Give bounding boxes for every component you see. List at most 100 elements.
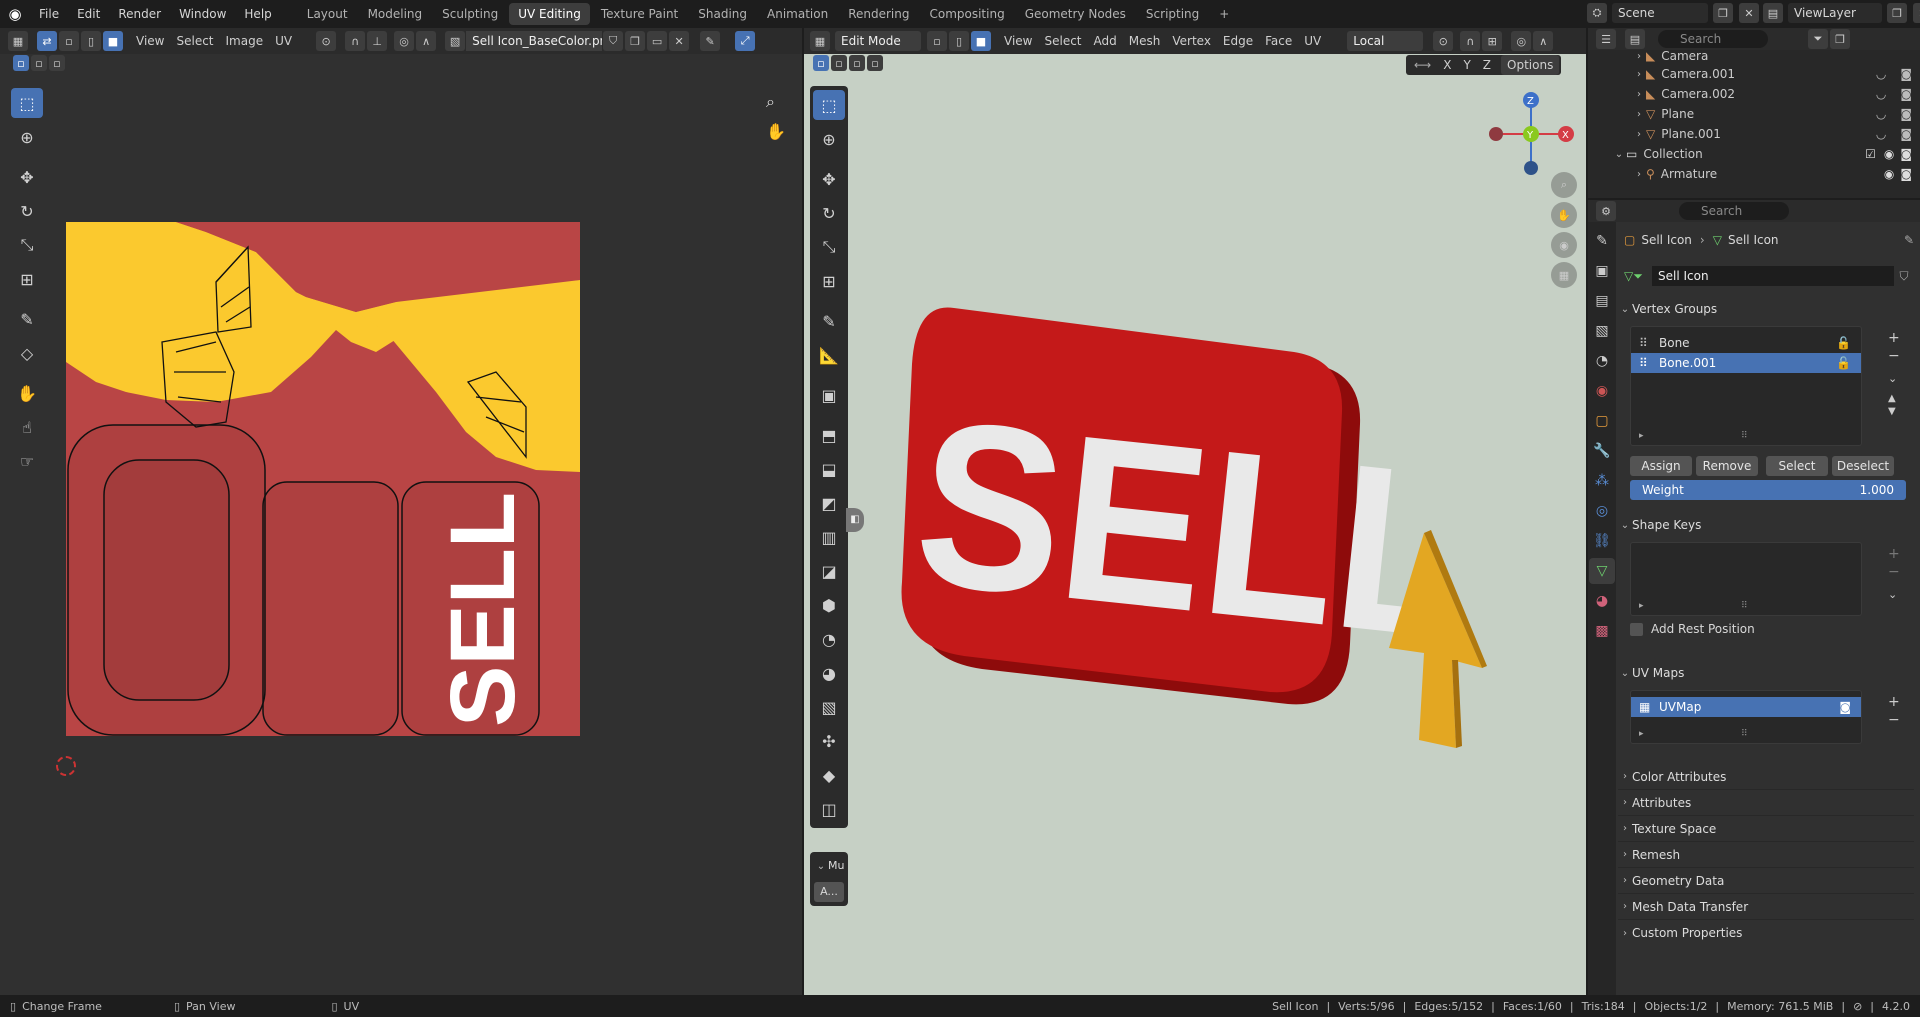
shear-tool-icon[interactable]: ◆ <box>813 760 845 790</box>
move-up-icon[interactable]: ▲ <box>1888 393 1900 404</box>
pin-icon[interactable]: ✎ <box>1904 233 1914 247</box>
view-layer-tab-icon[interactable]: ▧ <box>1589 318 1615 344</box>
face-select-icon[interactable]: ■ <box>971 31 991 51</box>
scale-tool-icon[interactable]: ⤡ <box>813 232 845 262</box>
scene-icon[interactable]: ⛭ <box>1587 3 1607 23</box>
select-subtract-icon[interactable]: ▫ <box>49 55 65 71</box>
zoom-icon[interactable]: ⌕ <box>766 92 775 112</box>
breadcrumb-object[interactable]: Sell Icon <box>1641 233 1692 247</box>
transform-tool-icon[interactable]: ⊞ <box>11 264 43 294</box>
vp-menu-mesh[interactable]: Mesh <box>1123 31 1167 51</box>
editor-type-icon[interactable]: ▦ <box>810 31 830 51</box>
move-down-icon[interactable]: ▼ <box>1888 406 1900 417</box>
mesh-name-field[interactable]: Sell Icon <box>1652 266 1894 286</box>
visibility-eye-icon[interactable]: ◉ <box>1884 167 1894 181</box>
visibility-eye-icon[interactable]: ◡ <box>1876 107 1886 121</box>
3d-viewport[interactable]: ▦ Edit Mode ▫ ▯ ■ View Select Add Mesh V… <box>804 28 1586 995</box>
list-resize-grip-icon[interactable]: ⠿ <box>1741 601 1748 611</box>
visibility-eye-icon[interactable]: ◉ <box>1884 147 1894 161</box>
material-tab-icon[interactable]: ◕ <box>1589 588 1615 614</box>
uv-2d-cursor-icon[interactable] <box>56 756 76 776</box>
uv-maps-list[interactable]: ▦ UVMap ◙ ▸ ⠿ <box>1630 690 1862 744</box>
list-filter-icon[interactable]: ▸ <box>1639 431 1644 441</box>
rotate-tool-icon[interactable]: ↻ <box>813 198 845 228</box>
editor-type-icon[interactable]: ☰ <box>1596 29 1616 49</box>
mesh-browse-icon[interactable]: ▽⏷ <box>1624 269 1648 284</box>
output-tab-icon[interactable]: ▤ <box>1589 288 1615 314</box>
mesh-data-transfer-panel[interactable]: › Mesh Data Transfer <box>1618 894 1914 920</box>
shape-keys-list[interactable]: ▸ ⠿ <box>1630 542 1862 616</box>
tab-uv-editing[interactable]: UV Editing <box>509 3 590 25</box>
smooth-tool-icon[interactable]: ◕ <box>813 658 845 688</box>
poly-build-tool-icon[interactable]: ⬢ <box>813 590 845 620</box>
select-button[interactable]: Select <box>1766 456 1828 476</box>
vertex-select-icon[interactable]: ▫ <box>927 31 947 51</box>
snap-target-icon[interactable]: ⊞ <box>1482 31 1503 51</box>
pan-hand-icon[interactable]: ✋ <box>766 122 786 141</box>
list-filter-icon[interactable]: ▸ <box>1639 729 1644 739</box>
visibility-eye-icon[interactable]: ◡ <box>1876 67 1886 81</box>
physics-tab-icon[interactable]: ◎ <box>1589 498 1615 524</box>
tab-compositing[interactable]: Compositing <box>920 3 1013 25</box>
menu-edit[interactable]: Edit <box>68 0 109 28</box>
tab-texture-paint[interactable]: Texture Paint <box>592 3 687 25</box>
tool-tab-icon[interactable]: ✎ <box>1589 228 1615 254</box>
mesh-data-tab-icon[interactable]: ▽ <box>1589 558 1615 584</box>
scale-tool-icon[interactable]: ⤡ <box>11 230 43 260</box>
sell-sign-3d-model[interactable]: SELL <box>884 298 1584 758</box>
vp-menu-edge[interactable]: Edge <box>1217 31 1259 51</box>
add-vertex-group-icon[interactable]: + <box>1888 330 1900 346</box>
remove-vertex-group-icon[interactable]: − <box>1888 348 1900 364</box>
face-select-icon[interactable]: ■ <box>103 31 123 51</box>
uv-sync-icon[interactable]: ⇄ <box>37 31 57 51</box>
vertex-group-bone-001[interactable]: ⠿ Bone.001 🔓 <box>1631 353 1861 373</box>
unlink-image-icon[interactable]: ✕ <box>669 31 690 51</box>
remove-uv-map-icon[interactable]: − <box>1888 712 1900 728</box>
outliner-row-armature[interactable]: › ⚲ Armature ◉ ◙ <box>1588 164 1920 184</box>
vp-menu-select[interactable]: Select <box>1038 31 1087 51</box>
add-shape-key-icon[interactable]: + <box>1888 546 1900 562</box>
uv-menu-select[interactable]: Select <box>170 31 219 51</box>
scene-tab-icon[interactable]: ◔ <box>1589 348 1615 374</box>
outliner-row-plane-001[interactable]: › ▽ Plane.001 ◡ ◙ <box>1588 124 1920 144</box>
camera-view-icon[interactable]: ◉ <box>1551 232 1577 258</box>
mode-dropdown[interactable]: Edit Mode <box>835 31 921 51</box>
constraints-tab-icon[interactable]: ⛓ <box>1589 528 1615 554</box>
editor-type-icon[interactable]: ▦ <box>8 31 28 51</box>
outliner-row-collection[interactable]: ⌄ ▭ Collection ☑ ◉ ◙ <box>1588 144 1920 164</box>
fake-user-icon[interactable]: ⛉ <box>603 31 624 51</box>
display-mode-icon[interactable]: ▤ <box>1625 29 1645 49</box>
render-camera-icon[interactable]: ◙ <box>1900 167 1912 181</box>
vertex-select-icon[interactable]: ▫ <box>59 31 79 51</box>
vp-menu-vertex[interactable]: Vertex <box>1166 31 1217 51</box>
remove-button[interactable]: Remove <box>1696 456 1758 476</box>
select-invert-icon[interactable]: ▫ <box>867 55 883 71</box>
select-new-icon[interactable]: ▫ <box>13 55 29 71</box>
filter-icon[interactable]: ⏷ <box>1808 29 1828 49</box>
add-rest-position-checkbox[interactable] <box>1630 622 1643 636</box>
color-attributes-panel[interactable]: › Color Attributes <box>1618 764 1914 790</box>
select-extend-icon[interactable]: ▫ <box>831 55 847 71</box>
tab-layout[interactable]: Layout <box>298 3 357 25</box>
list-resize-grip-icon[interactable]: ⠿ <box>1741 729 1748 739</box>
object-tab-icon[interactable]: ▢ <box>1589 408 1615 434</box>
list-filter-icon[interactable]: ▸ <box>1639 601 1644 611</box>
snap-target-icon[interactable]: ⊥ <box>367 31 388 51</box>
active-render-camera-icon[interactable]: ◙ <box>1839 697 1851 717</box>
outliner-row-camera[interactable]: › ◣ Camera <box>1588 48 1920 64</box>
mirror-icon[interactable]: ⟷ <box>1408 55 1437 75</box>
new-image-icon[interactable]: ❐ <box>625 31 646 51</box>
weight-slider[interactable]: Weight 1.000 <box>1630 480 1906 500</box>
lock-icon[interactable]: 🔓 <box>1836 353 1851 373</box>
transform-tool-icon[interactable]: ⊞ <box>813 266 845 296</box>
outliner-row-camera-002[interactable]: › ◣ Camera.002 ◡ ◙ <box>1588 84 1920 104</box>
annotate-tool-icon[interactable]: ✎ <box>813 306 845 336</box>
inset-tool-icon[interactable]: ⬓ <box>813 454 845 484</box>
fake-user-icon[interactable]: ⛉ <box>1894 269 1914 284</box>
outliner-row-plane[interactable]: › ▽ Plane ◡ ◙ <box>1588 104 1920 124</box>
image-browse-icon[interactable]: ▧ <box>445 31 466 51</box>
uv-texture-canvas[interactable]: SELL <box>66 222 580 736</box>
outliner-row-camera-001[interactable]: › ◣ Camera.001 ◡ ◙ <box>1588 64 1920 84</box>
visibility-eye-icon[interactable]: ◡ <box>1876 127 1886 141</box>
vertex-groups-list[interactable]: ⠿ Bone 🔓 ⠿ Bone.001 🔓 ▸ ⠿ <box>1630 326 1862 446</box>
